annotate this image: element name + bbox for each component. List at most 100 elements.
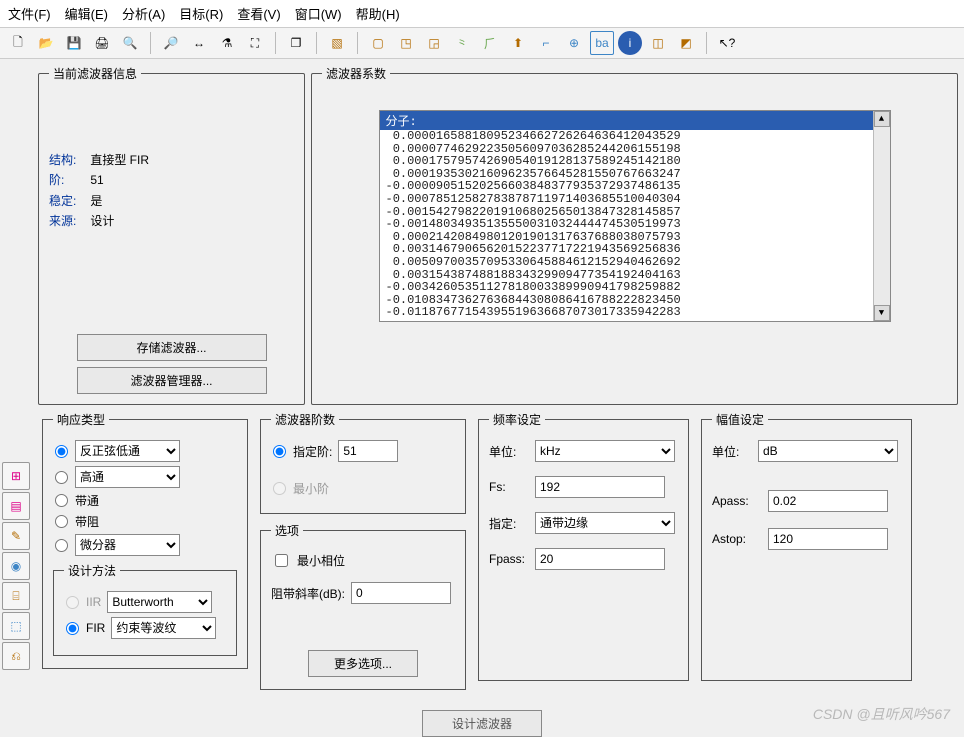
source-label: 来源: <box>49 211 87 231</box>
menu-target[interactable]: 目标(R) <box>179 4 223 23</box>
resp-select-5[interactable]: 微分器 <box>75 534 180 556</box>
stop-slope-input[interactable] <box>351 582 451 604</box>
apass-input[interactable] <box>768 490 888 512</box>
mag-unit-label: 单位: <box>712 443 752 460</box>
tool3-icon[interactable]: ⌸ <box>2 582 30 610</box>
pole-zero-icon[interactable]: ⬆ <box>506 31 530 55</box>
iir-select[interactable]: Butterworth <box>107 591 212 613</box>
structure-label: 结构: <box>49 150 87 170</box>
freq-spec-select[interactable]: 通带边缘 <box>535 512 675 534</box>
chart2-icon[interactable]: ◩ <box>674 31 698 55</box>
menu-view[interactable]: 查看(V) <box>237 4 280 23</box>
specify-order-input[interactable] <box>338 440 398 462</box>
magnitude-panel: 幅值设定 单位:dB Apass: Astop: <box>701 411 912 681</box>
filter-overlay-icon[interactable]: ⌐ <box>534 31 558 55</box>
chart1-icon[interactable]: ◫ <box>646 31 670 55</box>
step-icon[interactable]: ⺀ <box>450 31 474 55</box>
more-options-button[interactable]: 更多选项... <box>308 650 418 677</box>
freq-unit-select[interactable]: kHz <box>535 440 675 462</box>
resp-option-highpass[interactable] <box>55 471 68 484</box>
resp-option-bandpass[interactable] <box>55 494 68 507</box>
open-icon[interactable]: 📂 <box>34 31 58 55</box>
text-icon[interactable]: ba <box>590 31 614 55</box>
tool5-icon[interactable]: ⎌ <box>2 642 30 670</box>
min-phase-label: 最小相位 <box>297 552 345 569</box>
design-method-panel: 设计方法 IIR Butterworth FIR 约束等波纹 <box>53 562 237 656</box>
group-delay-icon[interactable]: ⺁ <box>478 31 502 55</box>
new-icon[interactable]: 🗋 <box>6 31 30 55</box>
specify-order-radio[interactable] <box>273 445 286 458</box>
fs-input[interactable] <box>535 476 665 498</box>
design-filter-button[interactable]: 设计滤波器 <box>422 710 542 737</box>
phase-icon[interactable]: ◳ <box>394 31 418 55</box>
menu-analysis[interactable]: 分析(A) <box>122 4 165 23</box>
iir-label: IIR <box>86 595 101 609</box>
save-icon[interactable]: 💾 <box>62 31 86 55</box>
fir-radio[interactable] <box>66 622 79 635</box>
menu-window[interactable]: 窗口(W) <box>295 4 342 23</box>
mag-unit-select[interactable]: dB <box>758 440 898 462</box>
coef-legend: 滤波器系数 <box>322 65 390 82</box>
tool2-icon[interactable]: ◉ <box>2 552 30 580</box>
resp-option-diff[interactable] <box>55 539 68 552</box>
print-preview-icon[interactable]: 🔍 <box>118 31 142 55</box>
side-toolbar: ⊞ ▤ ✎ ◉ ⌸ ⬚ ⎌ <box>0 460 34 672</box>
help-cursor-icon[interactable]: ↖? <box>715 31 739 55</box>
store-filter-button[interactable]: 存储滤波器... <box>77 334 267 361</box>
toolbar-separator <box>357 32 358 54</box>
fir-label: FIR <box>86 621 105 635</box>
filter-order-panel: 滤波器阶数 指定阶: 最小阶 <box>260 411 466 514</box>
mag-legend: 幅值设定 <box>712 411 768 428</box>
scrollbar[interactable]: ▲ ▼ <box>873 111 890 321</box>
order-legend: 滤波器阶数 <box>271 411 339 428</box>
iir-radio <box>66 596 79 609</box>
coefficients-listbox[interactable]: 分子: 0.0000165881809523466272626463641204… <box>379 110 891 322</box>
response-icon[interactable]: ▧ <box>325 31 349 55</box>
fpass-label: Fpass: <box>489 552 529 566</box>
toolbar-separator <box>316 32 317 54</box>
method-legend: 设计方法 <box>64 562 120 579</box>
print-icon[interactable]: 🖨 <box>90 31 114 55</box>
menu-help[interactable]: 帮助(H) <box>356 4 400 23</box>
options-panel: 选项 最小相位 阻带斜率(dB): 更多选项... <box>260 522 466 690</box>
resp-option-bandstop[interactable] <box>55 515 68 528</box>
min-phase-checkbox[interactable] <box>275 554 288 567</box>
impulse-icon[interactable]: ◲ <box>422 31 446 55</box>
astop-label: Astop: <box>712 532 762 546</box>
magnitude-icon[interactable]: ▢ <box>366 31 390 55</box>
coef-lines: 0.00001658818095234662726264636412043529… <box>380 130 890 319</box>
measure-icon[interactable]: ⚗ <box>215 31 239 55</box>
round-icon[interactable]: ⊕ <box>562 31 586 55</box>
tool1-icon[interactable]: ✎ <box>2 522 30 550</box>
layout2-icon[interactable]: ▤ <box>2 492 30 520</box>
resp-select-2[interactable]: 高通 <box>75 466 180 488</box>
menu-edit[interactable]: 编辑(E) <box>65 4 108 23</box>
frequency-panel: 频率设定 单位:kHz Fs: 指定:通带边缘 Fpass: <box>478 411 689 681</box>
zoom-in-icon[interactable]: 🔎 <box>159 31 183 55</box>
stable-label: 稳定: <box>49 191 87 211</box>
filter-manager-button[interactable]: 滤波器管理器... <box>77 367 267 394</box>
copy-icon[interactable]: ❐ <box>284 31 308 55</box>
toolbar-separator <box>150 32 151 54</box>
layout1-icon[interactable]: ⊞ <box>2 462 30 490</box>
menu-file[interactable]: 文件(F) <box>8 4 51 23</box>
resp-select-1[interactable]: 反正弦低通 <box>75 440 180 462</box>
freq-legend: 频率设定 <box>489 411 545 428</box>
resp-option-lowpass[interactable] <box>55 445 68 458</box>
resp-label-bandpass: 带通 <box>75 492 99 509</box>
coef-header: 分子: <box>380 111 890 130</box>
zoom-out-icon[interactable]: ↔ <box>187 31 211 55</box>
astop-input[interactable] <box>768 528 888 550</box>
freq-spec-label: 指定: <box>489 515 529 532</box>
fpass-input[interactable] <box>535 548 665 570</box>
source-value: 设计 <box>90 214 114 228</box>
fir-select[interactable]: 约束等波纹 <box>111 617 216 639</box>
specify-order-label: 指定阶: <box>293 443 332 460</box>
resp-label-bandstop: 带阻 <box>75 513 99 530</box>
scroll-down-icon[interactable]: ▼ <box>874 305 890 321</box>
full-extent-icon[interactable]: ⛶ <box>243 31 267 55</box>
order-label: 阶: <box>49 170 87 190</box>
scroll-up-icon[interactable]: ▲ <box>874 111 890 127</box>
tool4-icon[interactable]: ⬚ <box>2 612 30 640</box>
info-icon[interactable]: i <box>618 31 642 55</box>
